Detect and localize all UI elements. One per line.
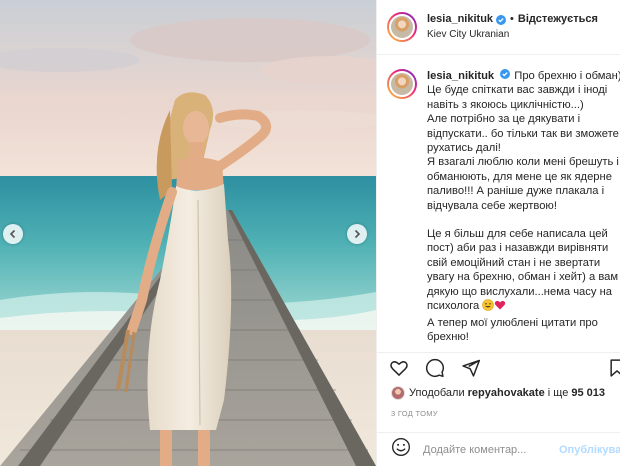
caption-first-line: Про брехню і обман) — [514, 70, 620, 82]
grinning-emoji-icon — [482, 299, 495, 315]
caption-line: свій емоційний стан і не звертати — [427, 256, 601, 269]
paper-plane-icon — [462, 359, 481, 377]
bookmark-icon — [610, 358, 620, 377]
smiley-icon[interactable] — [391, 437, 411, 462]
post-side-panel: lesia_nikituk • Відстежується Kiev City … — [376, 0, 620, 466]
caption-line: відчувала себе жертвою! — [427, 199, 557, 212]
caption-line: Але потрібно за це дякувати і — [427, 113, 581, 126]
beach-pier-photo — [0, 0, 376, 466]
red-heart-emoji-icon — [494, 299, 506, 315]
caption-text: lesia_nikituk Про брехню і обман) Це буд… — [427, 69, 620, 344]
post-timestamp[interactable]: 3 ГОД ТОМУ — [391, 409, 438, 418]
caption-line: пост) аби раз і назавжди вирівняти — [427, 242, 609, 255]
post-actions-bar — [377, 352, 620, 382]
liker-avatar — [391, 386, 405, 400]
caption-line: Я взагалі люблю коли мені брешуть і — [427, 156, 619, 169]
like-button[interactable] — [387, 356, 411, 380]
author-avatar[interactable] — [387, 12, 417, 42]
verified-badge-icon — [500, 69, 511, 79]
likes-summary[interactable]: Уподобали repyahovakate і ще 95 013 — [391, 386, 605, 400]
caption-avatar[interactable] — [387, 69, 417, 99]
caption-line: А тепер мої улюблені цитати про — [427, 316, 598, 329]
verified-badge-icon — [496, 14, 507, 25]
header-separator: • — [510, 13, 514, 25]
share-button[interactable] — [459, 356, 483, 380]
chevron-right-icon — [354, 229, 361, 239]
author-username[interactable]: lesia_nikituk — [427, 12, 493, 27]
post-location[interactable]: Kiev City Ukranian — [427, 27, 598, 42]
follow-status-button[interactable]: Відстежується — [518, 12, 598, 27]
post-caption: lesia_nikituk Про брехню і обман) Це буд… — [377, 55, 620, 344]
comment-bubble-icon — [425, 358, 445, 377]
heart-outline-icon — [390, 360, 408, 376]
likes-prefix: Уподобали — [409, 387, 465, 399]
post-header: lesia_nikituk • Відстежується Kiev City … — [377, 0, 620, 55]
caption-line: обманюють, для мене це як ядерне — [427, 170, 612, 183]
caption-line: Це я більш для себе написала цей — [427, 228, 608, 241]
caption-line: брехню! — [427, 330, 469, 343]
comment-bar: Опублікувати — [377, 432, 620, 466]
carousel-prev-button[interactable] — [3, 224, 23, 244]
chevron-left-icon — [9, 229, 16, 239]
likes-count[interactable]: 95 013 — [571, 387, 605, 399]
caption-line: увагу на брехню, обман і хейт) а вам — [427, 271, 619, 284]
instagram-post: lesia_nikituk • Відстежується Kiev City … — [0, 0, 620, 466]
caption-line: дякую що вислухали...нема часу на — [427, 285, 612, 298]
save-button[interactable] — [605, 356, 620, 380]
post-photo[interactable] — [0, 0, 376, 466]
caption-line: відпускати.. бо тільки так ви зможете — [427, 127, 619, 140]
caption-line: психолога — [427, 300, 480, 313]
caption-line: паливо!!! А раніше дуже плакала і — [427, 185, 605, 198]
liker-username[interactable]: repyahovakate — [468, 387, 545, 399]
comment-input[interactable] — [423, 443, 553, 456]
caption-line: рухатись далі! — [427, 142, 501, 155]
comment-button[interactable] — [423, 356, 447, 380]
carousel-next-button[interactable] — [347, 224, 367, 244]
caption-line: навіть з якоюсь циклічністю...) — [427, 98, 584, 111]
likes-middle: і ще — [547, 387, 569, 399]
caption-username[interactable]: lesia_nikituk — [427, 70, 494, 82]
publish-button[interactable]: Опублікувати — [559, 444, 620, 456]
caption-line: Це буде спіткати вас завжди і іноді — [427, 84, 608, 97]
